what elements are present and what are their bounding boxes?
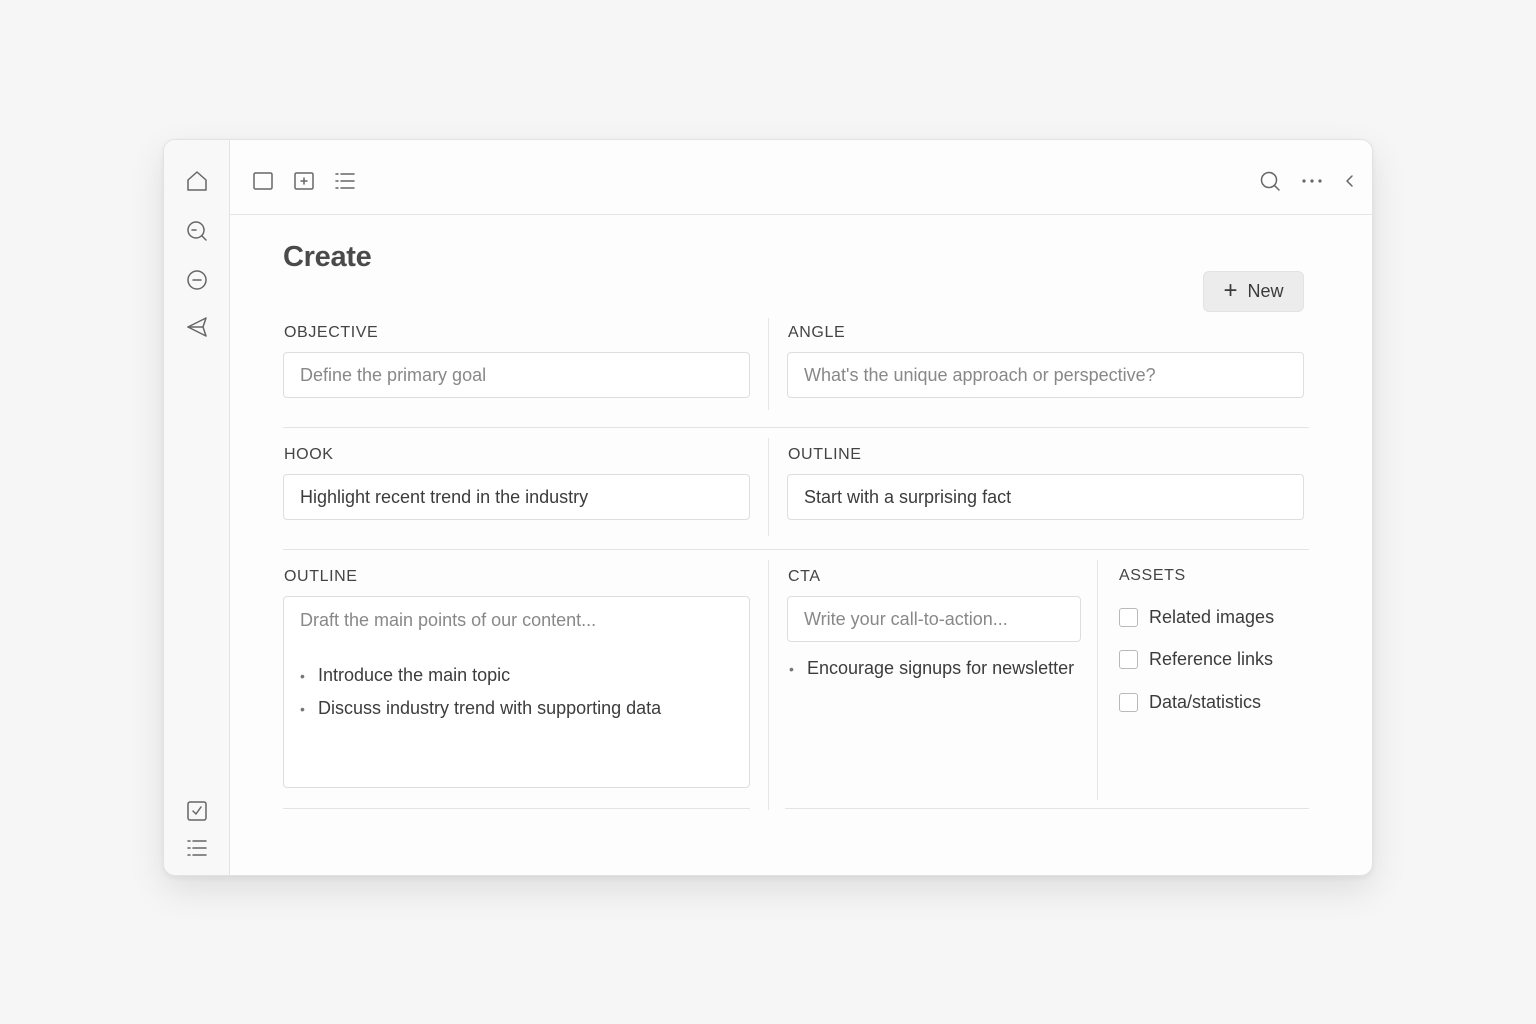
divider [283,549,1309,550]
sidebar [164,140,230,875]
outline-bullet: • Introduce the main topic [300,665,511,685]
outline-textarea[interactable]: Draft the main points of our content... … [283,596,750,788]
search-icon[interactable] [186,220,208,242]
angle-label: ANGLE [788,324,846,341]
objective-input[interactable]: Define the primary goal [283,352,750,398]
objective-label: OBJECTIVE [284,324,379,341]
new-button[interactable]: + New [1203,271,1304,312]
new-button-label: New [1247,281,1284,301]
search-icon[interactable] [1259,170,1281,192]
add-box-icon[interactable] [293,170,315,192]
divider [768,438,769,536]
divider [768,318,769,410]
minus-circle-icon[interactable] [186,269,208,291]
divider [768,560,769,810]
asset-data-statistics[interactable]: Data/statistics [1119,692,1261,713]
plus-icon: + [1223,276,1238,304]
hook-label: HOOK [284,446,334,463]
page-title: Create [283,241,372,273]
outline-label: OUTLINE [788,446,862,463]
checkbox-icon[interactable] [186,800,208,822]
divider [1097,560,1098,800]
assets-label: ASSETS [1119,567,1186,584]
outline-bullet: • Discuss industry trend with supporting … [300,698,662,718]
divider [283,427,1309,428]
list-icon[interactable] [186,837,208,859]
list-icon[interactable] [334,170,356,192]
home-icon[interactable] [186,170,208,192]
chevron-left-icon[interactable] [1338,170,1360,192]
divider [283,808,750,809]
checkbox[interactable] [1119,608,1138,627]
send-icon[interactable] [186,316,208,338]
cta-input[interactable]: Write your call-to-action... [787,596,1081,642]
asset-related-images[interactable]: Related images [1119,607,1274,628]
hook-input[interactable]: Highlight recent trend in the industry [283,474,750,520]
outline-input[interactable]: Start with a surprising fact [787,474,1304,520]
asset-reference-links[interactable]: Reference links [1119,649,1273,670]
checkbox[interactable] [1119,650,1138,669]
more-icon[interactable] [1301,170,1323,192]
outline-main-label: OUTLINE [284,568,358,585]
square-icon[interactable] [252,170,274,192]
app-window: Create + New OBJECTIVE Define the primar… [163,139,1373,876]
angle-input[interactable]: What's the unique approach or perspectiv… [787,352,1304,398]
checkbox[interactable] [1119,693,1138,712]
cta-bullet: • Encourage signups for newsletter [789,658,1075,678]
cta-label: CTA [788,568,821,585]
outline-placeholder: Draft the main points of our content... [300,610,597,630]
toolbar [230,140,1372,215]
divider [785,808,1309,809]
